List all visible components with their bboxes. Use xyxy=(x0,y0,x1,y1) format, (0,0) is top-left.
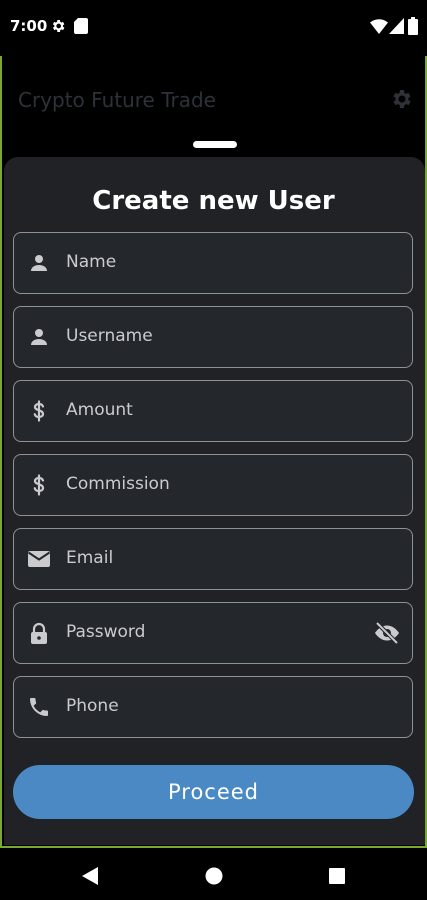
lock-icon xyxy=(31,622,47,644)
status-bar: 7:00 xyxy=(0,0,427,56)
dollar-icon xyxy=(33,400,45,422)
name-field-label: Name xyxy=(66,252,117,272)
visibility-off-icon[interactable] xyxy=(374,621,400,645)
system-nav-bar xyxy=(0,850,427,900)
wifi-icon xyxy=(370,19,388,34)
signal-icon xyxy=(389,18,404,34)
recents-icon[interactable] xyxy=(329,868,345,884)
app-title: Crypto Future Trade xyxy=(18,88,216,112)
person-icon xyxy=(31,329,47,345)
username-field[interactable]: Username xyxy=(13,306,413,368)
sd-card-icon xyxy=(74,18,88,34)
commission-field[interactable]: Commission xyxy=(13,454,413,516)
phone-field-label: Phone xyxy=(66,696,119,716)
status-time: 7:00 xyxy=(10,17,48,35)
email-field-label: Email xyxy=(66,548,114,568)
battery-icon xyxy=(408,17,418,35)
gear-icon xyxy=(52,20,65,32)
person-icon xyxy=(31,255,47,271)
home-icon[interactable] xyxy=(205,867,223,885)
amount-field-label: Amount xyxy=(66,400,133,420)
dollar-icon xyxy=(33,474,45,496)
email-field[interactable]: Email xyxy=(13,528,413,590)
amount-field[interactable]: Amount xyxy=(13,380,413,442)
proceed-button[interactable]: Proceed xyxy=(13,765,414,819)
phone-field[interactable]: Phone xyxy=(13,676,413,738)
commission-field-label: Commission xyxy=(66,474,170,494)
settings-gear-icon[interactable] xyxy=(389,87,413,111)
password-field[interactable]: Password xyxy=(13,602,413,664)
username-field-label: Username xyxy=(66,326,153,346)
email-icon xyxy=(27,551,51,567)
back-icon[interactable] xyxy=(82,867,98,885)
bottom-sheet-drag-handle[interactable] xyxy=(193,141,237,148)
sheet-title: Create new User xyxy=(92,186,335,216)
name-field[interactable]: Name xyxy=(13,232,413,294)
password-field-label: Password xyxy=(66,622,146,642)
phone-icon xyxy=(30,698,48,716)
